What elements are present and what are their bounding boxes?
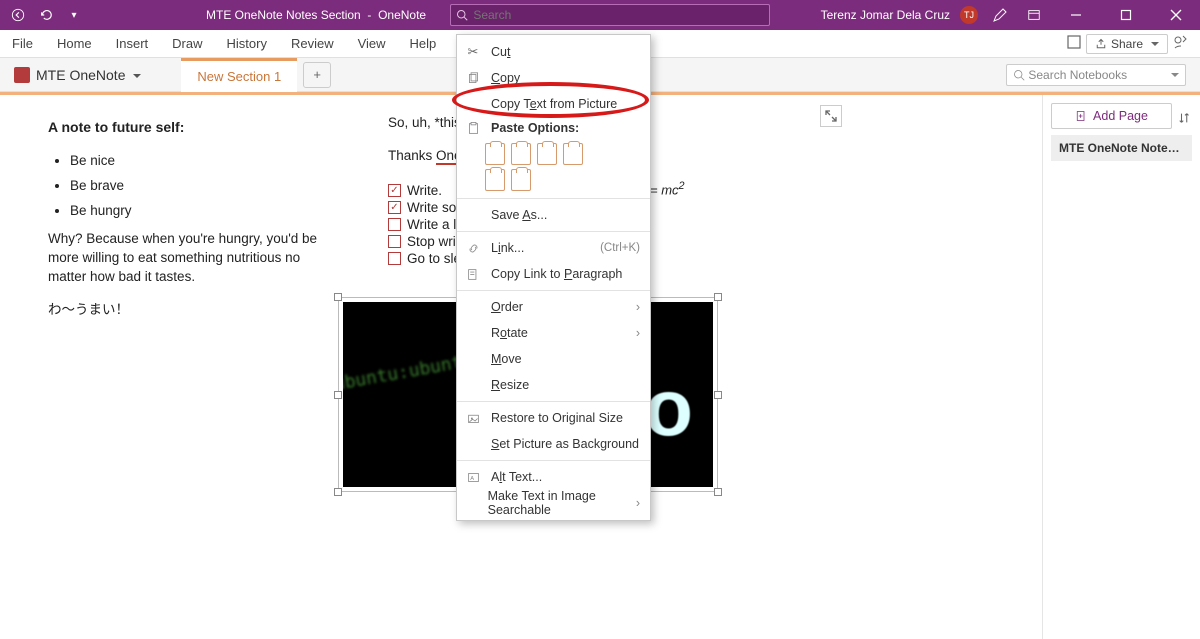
japanese-text: わ〜うまい！ xyxy=(48,301,328,320)
sort-icon[interactable] xyxy=(1178,111,1192,128)
checkbox-icon[interactable]: ✓ xyxy=(388,184,401,197)
notebook-dropdown[interactable]: MTE OneNote xyxy=(36,67,141,83)
ribbon-tab-insert[interactable]: Insert xyxy=(104,30,161,57)
equation: = mc2 xyxy=(650,180,685,198)
copy-icon xyxy=(465,72,481,85)
minimize-button[interactable] xyxy=(1056,0,1096,30)
avatar[interactable]: TJ xyxy=(960,6,978,24)
notebook-icon xyxy=(14,67,30,83)
title-bar: ▾ MTE OneNote Notes Section - OneNote Te… xyxy=(0,0,1200,30)
checkbox-icon[interactable] xyxy=(388,252,401,265)
ribbon-tab-view[interactable]: View xyxy=(346,30,398,57)
fullscreen-icon[interactable] xyxy=(1066,34,1082,53)
ctx-paste-header: Paste Options: xyxy=(457,117,650,139)
ctx-resize[interactable]: Resize xyxy=(457,372,650,398)
close-button[interactable] xyxy=(1156,0,1196,30)
quick-access: ▾ xyxy=(0,3,86,27)
context-menu: ✂ Cut Copy Copy Text from Picture Paste … xyxy=(456,34,651,521)
ribbon-tab-home[interactable]: Home xyxy=(45,30,104,57)
page-list-item[interactable]: MTE OneNote Notes Sect... xyxy=(1051,135,1192,161)
checkbox-icon[interactable]: ✓ xyxy=(388,201,401,214)
ribbon-tab-help[interactable]: Help xyxy=(398,30,449,57)
share-button[interactable]: Share xyxy=(1086,34,1168,54)
share-icon xyxy=(1095,38,1107,50)
ctx-copy[interactable]: Copy xyxy=(457,65,650,91)
ctx-link[interactable]: Link...(Ctrl+K) xyxy=(457,235,650,261)
paste-option-5[interactable] xyxy=(485,169,505,191)
ribbon-mode-icon[interactable] xyxy=(1022,3,1046,27)
undo-icon[interactable] xyxy=(34,3,58,27)
pen-mode-icon[interactable] xyxy=(988,3,1012,27)
resize-handle[interactable] xyxy=(714,488,722,496)
add-page-icon xyxy=(1075,110,1087,122)
ctx-order[interactable]: Order› xyxy=(457,294,650,320)
svg-text:A: A xyxy=(470,475,474,481)
ribbon-tab-file[interactable]: File xyxy=(0,30,45,57)
chevron-down-icon xyxy=(1167,68,1179,82)
search-icon xyxy=(451,9,473,21)
maximize-button[interactable] xyxy=(1106,0,1146,30)
paste-option-6[interactable] xyxy=(511,169,531,191)
add-section-button[interactable]: + xyxy=(303,62,331,88)
resize-handle[interactable] xyxy=(714,391,722,399)
back-icon[interactable] xyxy=(6,3,30,27)
paragraph: Why? Because when you're hungry, you'd b… xyxy=(48,230,328,287)
global-search[interactable] xyxy=(450,4,770,26)
ribbon-tab-draw[interactable]: Draw xyxy=(160,30,214,57)
ctx-move[interactable]: Move xyxy=(457,346,650,372)
checkbox-icon[interactable] xyxy=(388,235,401,248)
ctx-alt-text[interactable]: A Alt Text... xyxy=(457,464,650,490)
resize-handle[interactable] xyxy=(334,488,342,496)
search-input[interactable] xyxy=(473,8,769,22)
resize-handle[interactable] xyxy=(334,391,342,399)
add-page-button[interactable]: Add Page xyxy=(1051,103,1172,129)
image-green-text: ubuntu:ubuntu xyxy=(343,350,475,395)
feedback-icon[interactable] xyxy=(1172,34,1188,53)
alt-text-icon: A xyxy=(465,471,481,484)
resize-handle[interactable] xyxy=(714,293,722,301)
window-title: MTE OneNote Notes Section - OneNote xyxy=(206,8,426,22)
cut-icon: ✂ xyxy=(465,44,481,60)
titlebar-right: Terenz Jomar Dela Cruz TJ xyxy=(821,0,1200,30)
notebook-search[interactable]: Search Notebooks xyxy=(1006,64,1186,86)
section-tab[interactable]: New Section 1 xyxy=(181,58,297,92)
pages-panel: Add Page MTE OneNote Notes Sect... xyxy=(1042,95,1200,639)
user-name[interactable]: Terenz Jomar Dela Cruz xyxy=(821,8,950,22)
paste-option-keep[interactable] xyxy=(485,143,505,165)
paste-option-text[interactable] xyxy=(537,143,557,165)
ctx-make-searchable[interactable]: Make Text in Image Searchable› xyxy=(457,490,650,516)
ctx-copy-text-from-picture[interactable]: Copy Text from Picture xyxy=(457,91,650,117)
search-icon xyxy=(1013,69,1025,81)
ribbon-tab-review[interactable]: Review xyxy=(279,30,346,57)
ctx-save-as[interactable]: Save As... xyxy=(457,202,650,228)
ctx-cut[interactable]: ✂ Cut xyxy=(457,39,650,65)
ribbon-tab-history[interactable]: History xyxy=(215,30,279,57)
paste-options-2 xyxy=(457,169,650,195)
paste-icon xyxy=(465,122,481,135)
paste-option-picture[interactable] xyxy=(563,143,583,165)
customize-qat-icon[interactable]: ▾ xyxy=(62,3,86,27)
ctx-restore-original[interactable]: Restore to Original Size xyxy=(457,405,650,431)
restore-icon xyxy=(465,412,481,425)
copy-link-icon xyxy=(465,268,481,281)
paste-options xyxy=(457,139,650,169)
resize-handle[interactable] xyxy=(334,293,342,301)
ctx-set-background[interactable]: Set Picture as Background xyxy=(457,431,650,457)
paste-option-merge[interactable] xyxy=(511,143,531,165)
ctx-rotate[interactable]: Rotate› xyxy=(457,320,650,346)
image-glyph: o xyxy=(644,362,693,454)
checkbox-icon[interactable] xyxy=(388,218,401,231)
expand-icon[interactable] xyxy=(820,105,842,127)
link-icon xyxy=(465,242,481,255)
ctx-copy-link-paragraph[interactable]: Copy Link to Paragraph xyxy=(457,261,650,287)
